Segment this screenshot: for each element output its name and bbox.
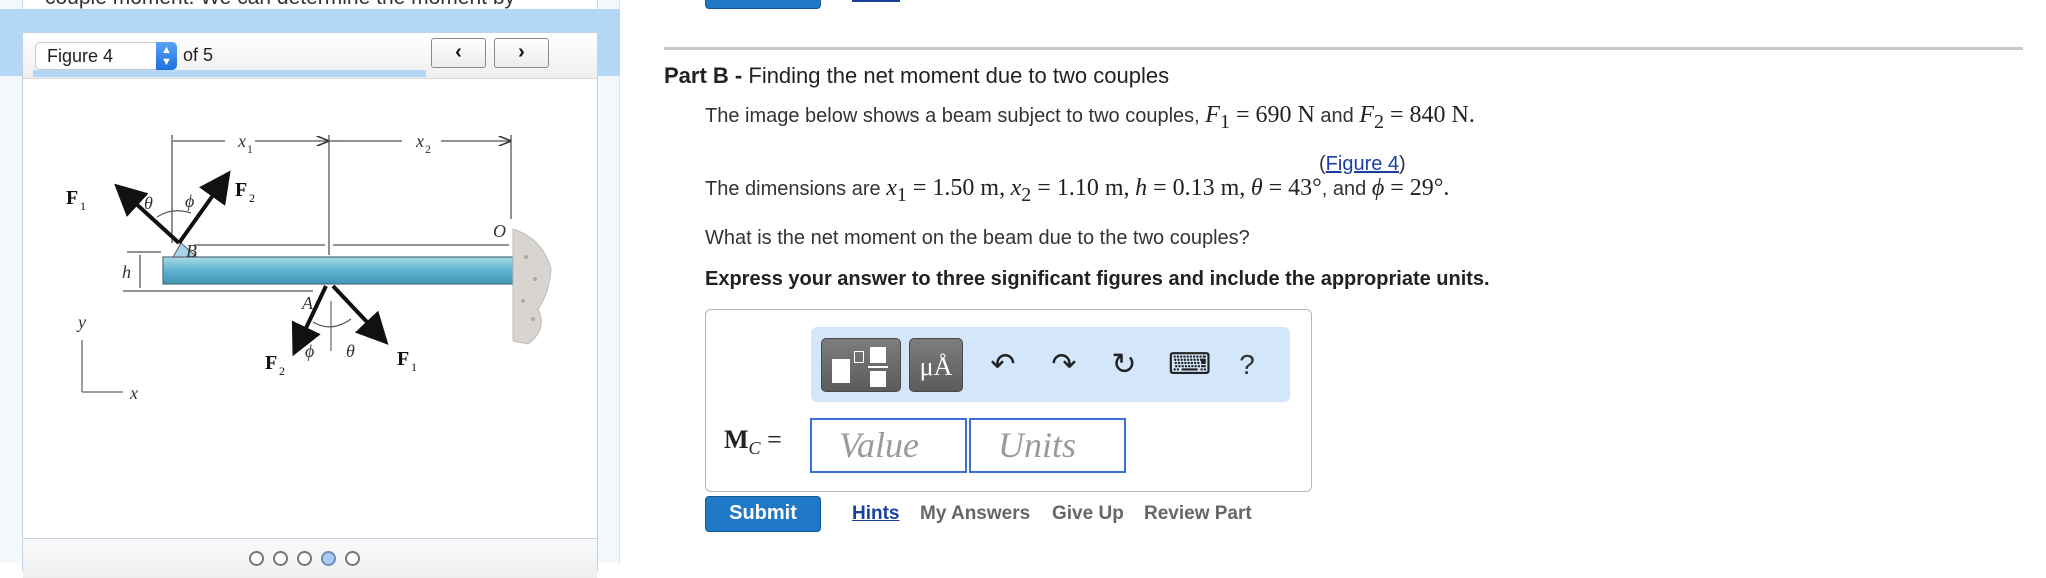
review-part-link[interactable]: Review Part <box>1144 503 1252 525</box>
figure-dots <box>249 551 360 566</box>
my-answers-link[interactable]: My Answers <box>920 503 1030 525</box>
F2-math: F2 = 840 N. <box>1359 102 1475 133</box>
part-label: Part B - <box>664 63 743 88</box>
figure-column: couple moment. We can determine the mome… <box>0 0 620 578</box>
point-B-label: B <box>186 241 197 261</box>
problem-intro: The image below shows a beam subject to … <box>705 102 1475 133</box>
previous-submit-button[interactable] <box>705 0 821 9</box>
answer-box: μÅ ↶ ↷ ↻ ⌨ ? MC = Value Units <box>705 309 1312 492</box>
part-title-text: Finding the net moment due to two couple… <box>748 63 1170 88</box>
x2-math: x2 = 1.10 m, <box>1010 175 1130 206</box>
chevron-right-icon: › <box>518 41 525 63</box>
h-label: h <box>122 262 131 282</box>
hints-link[interactable]: Hints <box>852 503 900 525</box>
svg-text:1: 1 <box>80 199 86 213</box>
F1-math: F1 = 690 N <box>1205 102 1315 133</box>
x2-label: x <box>415 131 424 151</box>
phi-bottom-label: ϕ <box>305 341 314 361</box>
problem-dimensions: The dimensions are x1 = 1.50 m, x2 = 1.1… <box>705 175 1450 206</box>
figure-select-value: Figure 4 <box>47 46 114 66</box>
theta-bottom-label: θ <box>346 341 355 361</box>
units-icon: μÅ <box>919 352 953 381</box>
previous-cut-text: couple moment. We can determine the mome… <box>45 0 515 9</box>
part-separator <box>664 47 2023 50</box>
figure-dot-2[interactable] <box>273 551 288 566</box>
keyboard-icon[interactable]: ⌨ <box>1168 345 1211 385</box>
x1-math: x1 = 1.50 m, <box>886 175 1006 206</box>
previous-figure-button[interactable]: ‹ <box>431 38 486 68</box>
svg-text:1: 1 <box>411 360 417 374</box>
point-O-label: O <box>493 221 506 241</box>
beam-diagram: x 1 x 2 O h B F 1 θ ϕ F 2 A F 2 ϕ θ F 1 … <box>66 131 552 403</box>
help-icon[interactable]: ? <box>1229 345 1265 385</box>
theta-math: θ = 43° <box>1250 175 1322 201</box>
figure-dot-1[interactable] <box>249 551 264 566</box>
theta-top-label: θ <box>144 193 153 213</box>
question-text: What is the net moment on the beam due t… <box>705 227 1250 249</box>
figure-pager <box>23 538 597 578</box>
phi-top-label: ϕ <box>185 191 194 211</box>
F1-bottom-label: F <box>397 348 409 370</box>
units-button[interactable]: μÅ <box>909 338 963 392</box>
point-A-label: A <box>301 293 314 313</box>
figure-progress-bar <box>33 70 426 77</box>
select-arrows-icon: ▲ ▼ <box>156 42 177 70</box>
units-input[interactable]: Units <box>969 418 1126 473</box>
x1-label: x <box>237 131 246 151</box>
figure-dot-4[interactable] <box>321 551 336 566</box>
chevron-left-icon: ‹ <box>455 41 462 63</box>
figure-panel: Figure 4 ▲ ▼ of 5 ‹ › x 1 x 2 O h B F 1 … <box>22 32 598 578</box>
part-title: Part B - Finding the net moment due to t… <box>664 63 1169 89</box>
figure-4-link[interactable]: Figure 4 <box>1326 153 1399 175</box>
instruction-text: Express your answer to three significant… <box>705 268 1490 290</box>
svg-text:2: 2 <box>425 142 431 156</box>
svg-text:1: 1 <box>247 142 253 156</box>
x-axis-label: x <box>129 383 138 403</box>
math-toolbar: μÅ ↶ ↷ ↻ ⌨ ? <box>811 327 1290 402</box>
undo-icon[interactable]: ↶ <box>985 345 1021 385</box>
wall-support <box>512 228 552 345</box>
answer-label: MC = <box>724 425 782 459</box>
F2-top-label: F <box>235 179 247 201</box>
value-input[interactable]: Value <box>810 418 967 473</box>
force-F1-bottom-arrow <box>331 284 389 345</box>
figure-toolbar: Figure 4 ▲ ▼ of 5 ‹ › <box>23 33 597 79</box>
phi-math: ϕ = 29°. <box>1371 175 1450 201</box>
redo-icon[interactable]: ↷ <box>1046 345 1082 385</box>
angle-arc-top <box>156 210 192 218</box>
figure-select[interactable]: Figure 4 ▲ ▼ <box>35 42 177 70</box>
next-figure-button[interactable]: › <box>494 38 549 68</box>
figure-dot-5[interactable] <box>345 551 360 566</box>
templates-button[interactable] <box>821 338 901 392</box>
y-axis-label: y <box>76 312 86 332</box>
F2-bottom-label: F <box>265 352 277 374</box>
angle-arc-bottom <box>312 318 352 328</box>
figure-link-line: (Figure 4) <box>1319 153 1406 175</box>
previous-content-box: couple moment. We can determine the mome… <box>22 0 598 9</box>
figure-image: x 1 x 2 O h B F 1 θ ϕ F 2 A F 2 ϕ θ F 1 … <box>23 79 597 537</box>
F1-top-label: F <box>66 187 78 209</box>
svg-text:2: 2 <box>249 191 255 205</box>
submit-button[interactable]: Submit <box>705 496 821 532</box>
reset-icon[interactable]: ↻ <box>1106 345 1142 385</box>
beam <box>162 256 514 285</box>
svg-text:2: 2 <box>279 364 285 378</box>
h-math: h = 0.13 m, <box>1135 175 1246 201</box>
figure-count: of 5 <box>183 45 214 65</box>
figure-dot-3[interactable] <box>297 551 312 566</box>
give-up-link[interactable]: Give Up <box>1052 503 1124 525</box>
previous-hints-link[interactable] <box>852 0 900 2</box>
